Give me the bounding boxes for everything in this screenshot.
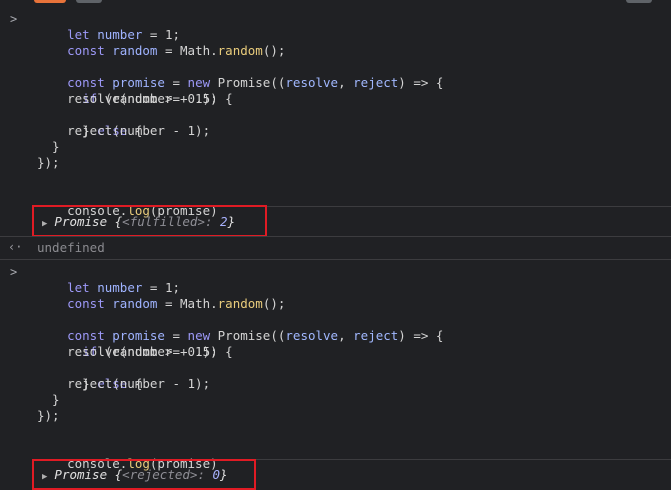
param-token: resolve [285,328,339,343]
code-line[interactable]: const random = Math.random(); [37,27,285,58]
function-token: random [217,43,263,58]
code-line[interactable]: reject(number - 1); [37,123,210,139]
keyword-token: const [67,43,105,58]
code-line[interactable]: const promise = new Promise((resolve, re… [37,59,443,90]
highlight-box [32,205,267,237]
top-toolbar-strip [0,0,671,6]
code-line[interactable]: }); [37,155,60,171]
code-line[interactable]: } else { [37,360,142,391]
code-line[interactable]: const promise = new Promise((resolve, re… [37,312,443,343]
toolbar-chip-orange [34,0,66,3]
code-token: = Math. [157,296,218,311]
code-token: ) => { [398,328,444,343]
code-token: = Math. [157,43,218,58]
code-line[interactable]: if (random >= 0.5) { [37,328,233,359]
function-token: random [217,296,263,311]
code-line[interactable]: resolve(number + 1); [37,344,218,360]
code-line[interactable]: }); [37,408,60,424]
input-prompt-arrow-icon: > [10,265,18,279]
code-token: ) => { [398,75,444,90]
output-separator [0,236,671,237]
keyword-token: const [67,296,105,311]
code-line[interactable]: let number = 1; [37,264,180,295]
highlight-box [32,459,256,490]
undefined-output: undefined [37,240,105,255]
param-token: reject [353,328,399,343]
return-value-arrow-icon: ‹· [8,240,23,254]
toolbar-chip-gray [76,0,102,3]
code-line[interactable]: let number = 1; [37,11,180,42]
code-line[interactable]: console.log(promise) [37,440,218,471]
variable-token: random [112,296,158,311]
input-prompt-arrow-icon: > [10,12,18,26]
toolbar-chip-right [626,0,652,3]
variable-token: random [112,43,158,58]
code-line[interactable]: reject(number - 1); [37,376,210,392]
code-token: , [338,328,354,343]
code-token: (); [262,43,286,58]
code-line[interactable]: console.log(promise) [37,187,218,218]
param-token: reject [353,75,399,90]
code-line[interactable]: } [37,392,60,408]
code-line[interactable]: if (random >= 0.5) { [37,75,233,106]
code-line[interactable]: const random = Math.random(); [37,280,285,311]
code-line[interactable]: } [37,139,60,155]
code-line[interactable]: resolve(number + 1); [37,91,218,107]
devtools-console: > let number = 1; const random = Math.ra… [0,0,671,490]
code-line[interactable]: } else { [37,107,142,138]
output-separator [0,259,671,260]
code-token: , [338,75,354,90]
param-token: resolve [285,75,339,90]
code-token: (); [262,296,286,311]
